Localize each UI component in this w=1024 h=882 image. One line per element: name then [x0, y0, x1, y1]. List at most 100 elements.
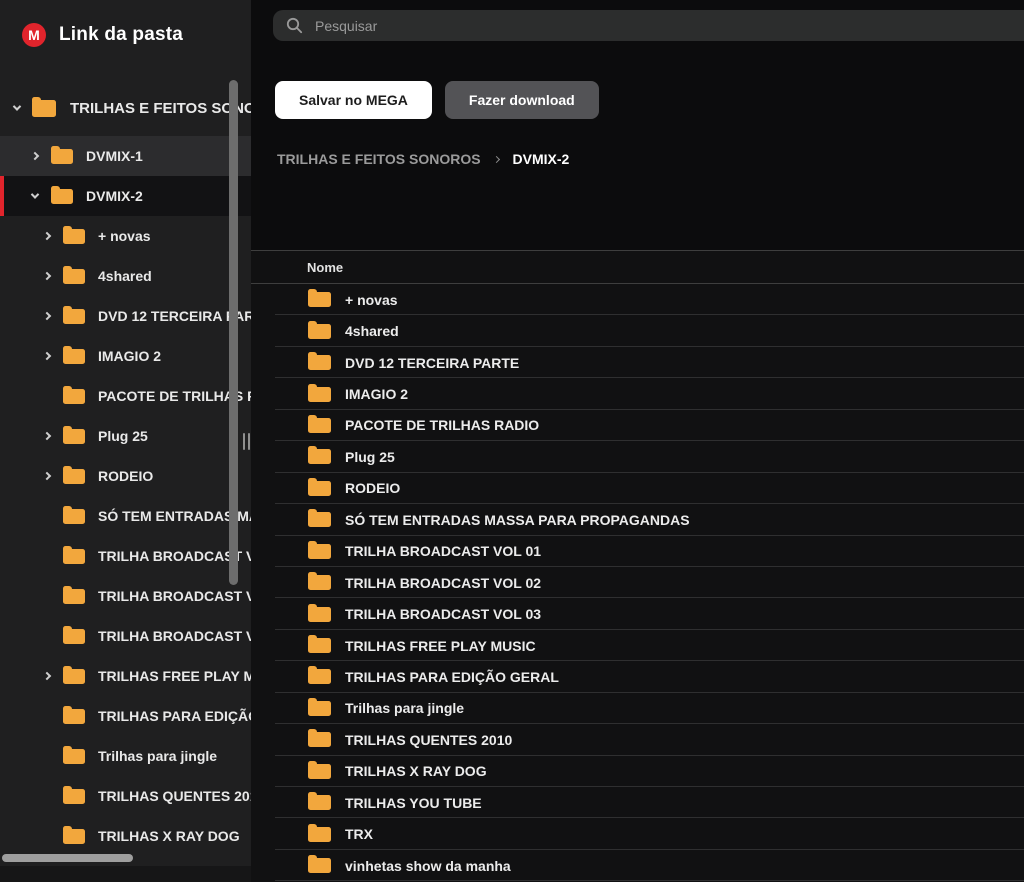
save-to-mega-button[interactable]: Salvar no MEGA: [275, 81, 432, 119]
tree-item[interactable]: 4shared: [0, 256, 251, 296]
folder-icon: [308, 324, 331, 339]
tree-item[interactable]: + novas: [0, 216, 251, 256]
row-label: Trilhas para jingle: [345, 700, 464, 716]
chevron-down-icon[interactable]: [28, 193, 42, 199]
file-list: Nome + novas 4shared DVD 12 TERCEIRA PAR…: [251, 250, 1024, 882]
tree-item[interactable]: Trilhas para jingle: [0, 736, 251, 776]
folder-icon: [308, 795, 331, 810]
tree-item[interactable]: TRILHAS QUENTES 2010: [0, 776, 251, 816]
tree-item[interactable]: TRILHA BROADCAST VOL 02: [0, 576, 251, 616]
row-label: TRX: [345, 826, 373, 842]
folder-icon: [63, 309, 85, 324]
column-header-name[interactable]: Nome: [307, 260, 343, 275]
table-row[interactable]: Plug 25: [251, 441, 1024, 472]
breadcrumb-current: DVMIX-2: [513, 151, 570, 167]
chevron-right-icon[interactable]: [40, 433, 54, 439]
folder-icon: [308, 418, 331, 433]
folder-icon: [308, 292, 331, 307]
row-label: TRILHAS X RAY DOG: [345, 763, 487, 779]
tree-item-label: TRILHA BROADCAST VOL 02: [98, 588, 251, 604]
folder-icon: [308, 449, 331, 464]
tree-item-label: TRILHAS X RAY DOG: [98, 828, 240, 844]
main-panel: Salvar no MEGA Fazer download TRILHAS E …: [251, 0, 1024, 882]
tree-item[interactable]: TRILHA BROADCAST VOL 03: [0, 616, 251, 656]
table-row[interactable]: TRILHAS X RAY DOG: [251, 756, 1024, 787]
action-buttons: Salvar no MEGA Fazer download: [275, 81, 599, 119]
chevron-right-icon[interactable]: [40, 313, 54, 319]
tree-item-dvmix-2[interactable]: DVMIX-2: [0, 176, 251, 216]
table-row[interactable]: DVD 12 TERCEIRA PARTE: [251, 347, 1024, 378]
table-row[interactable]: TRILHA BROADCAST VOL 02: [251, 567, 1024, 598]
chevron-right-icon[interactable]: [40, 273, 54, 279]
table-row[interactable]: TRILHAS PARA EDIÇÃO GERAL: [251, 661, 1024, 692]
list-header[interactable]: Nome: [251, 250, 1024, 284]
breadcrumb: TRILHAS E FEITOS SONOROS DVMIX-2: [277, 151, 569, 167]
search-bar[interactable]: [273, 10, 1024, 41]
folder-icon: [308, 858, 331, 873]
tree-item-label: TRILHAS PARA EDIÇÃO GERAL: [98, 708, 251, 724]
sidebar-horizontal-scrollbar[interactable]: [2, 854, 133, 862]
table-row[interactable]: + novas: [251, 284, 1024, 315]
sidebar-vertical-scrollbar[interactable]: [229, 80, 238, 585]
chevron-right-icon[interactable]: [40, 353, 54, 359]
folder-icon: [308, 481, 331, 496]
tree-item-label: Trilhas para jingle: [98, 748, 217, 764]
table-row[interactable]: TRILHA BROADCAST VOL 03: [251, 598, 1024, 629]
tree-item-dvmix-1[interactable]: DVMIX-1: [0, 136, 251, 176]
tree-item[interactable]: DVD 12 TERCEIRA PARTE: [0, 296, 251, 336]
table-row[interactable]: TRILHA BROADCAST VOL 01: [251, 536, 1024, 567]
row-label: DVD 12 TERCEIRA PARTE: [345, 355, 519, 371]
tree-item-label: 4shared: [98, 268, 152, 284]
table-row[interactable]: TRILHAS QUENTES 2010: [251, 724, 1024, 755]
folder-tree: TRILHAS E FEITOS SONOROS DVMIX-1 DVMIX-2…: [0, 86, 251, 856]
tree-item[interactable]: TRILHAS PARA EDIÇÃO GERAL: [0, 696, 251, 736]
tree-item-label: Plug 25: [98, 428, 148, 444]
table-row[interactable]: Trilhas para jingle: [251, 693, 1024, 724]
row-label: TRILHAS PARA EDIÇÃO GERAL: [345, 669, 559, 685]
table-row[interactable]: SÓ TEM ENTRADAS MASSA PARA PROPAGANDAS: [251, 504, 1024, 535]
sidebar-footer: [0, 866, 251, 882]
tree-root-folder[interactable]: TRILHAS E FEITOS SONOROS: [0, 86, 251, 130]
chevron-right-icon[interactable]: [28, 153, 42, 159]
tree-item[interactable]: Plug 25: [0, 416, 251, 456]
row-label: RODEIO: [345, 480, 400, 496]
table-row[interactable]: PACOTE DE TRILHAS RADIO: [251, 410, 1024, 441]
chevron-right-icon[interactable]: [40, 233, 54, 239]
table-row[interactable]: RODEIO: [251, 473, 1024, 504]
tree-item-label: TRILHAS E FEITOS SONOROS: [70, 100, 251, 117]
table-row[interactable]: IMAGIO 2: [251, 378, 1024, 409]
chevron-right-icon[interactable]: [40, 673, 54, 679]
folder-icon: [63, 549, 85, 564]
chevron-down-icon[interactable]: [10, 105, 24, 111]
page-title: Link da pasta: [59, 24, 183, 46]
table-row[interactable]: TRILHAS YOU TUBE: [251, 787, 1024, 818]
table-row[interactable]: 4shared: [251, 315, 1024, 346]
table-row[interactable]: TRILHAS FREE PLAY MUSIC: [251, 630, 1024, 661]
table-row[interactable]: vinhetas show da manha: [251, 850, 1024, 881]
search-input[interactable]: [315, 18, 906, 34]
tree-item[interactable]: TRILHAS FREE PLAY MUSIC: [0, 656, 251, 696]
folder-icon: [63, 669, 85, 684]
tree-item[interactable]: SÓ TEM ENTRADAS MASSA PARA PROPAGANDAS: [0, 496, 251, 536]
download-button[interactable]: Fazer download: [445, 81, 599, 119]
tree-item-label: DVMIX-1: [86, 148, 143, 164]
row-label: TRILHAS YOU TUBE: [345, 795, 482, 811]
folder-icon: [308, 387, 331, 402]
tree-item[interactable]: TRILHA BROADCAST VOL 01: [0, 536, 251, 576]
folder-icon: [63, 629, 85, 644]
table-row[interactable]: TRX: [251, 818, 1024, 849]
tree-item[interactable]: TRILHAS X RAY DOG: [0, 816, 251, 856]
folder-icon: [308, 827, 331, 842]
chevron-right-icon[interactable]: [40, 473, 54, 479]
tree-item[interactable]: RODEIO: [0, 456, 251, 496]
folder-icon: [63, 589, 85, 604]
folder-icon: [63, 829, 85, 844]
tree-item[interactable]: PACOTE DE TRILHAS RADIO: [0, 376, 251, 416]
folder-icon: [308, 575, 331, 590]
breadcrumb-parent[interactable]: TRILHAS E FEITOS SONOROS: [277, 151, 481, 167]
mega-logo-icon[interactable]: M: [22, 23, 46, 47]
sidebar-resize-handle[interactable]: [243, 433, 250, 450]
row-label: TRILHA BROADCAST VOL 02: [345, 575, 541, 591]
tree-item-label: + novas: [98, 228, 151, 244]
tree-item[interactable]: IMAGIO 2: [0, 336, 251, 376]
